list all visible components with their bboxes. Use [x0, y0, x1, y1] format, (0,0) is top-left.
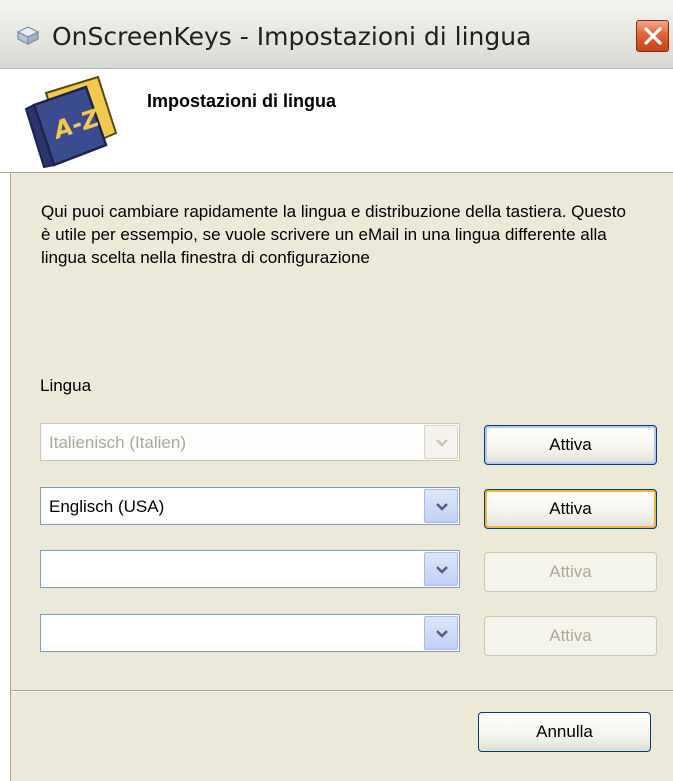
dropdown-button-4[interactable]	[424, 616, 458, 650]
dropdown-button-2[interactable]	[424, 489, 458, 523]
chevron-down-icon	[436, 630, 448, 638]
chevron-down-icon	[436, 439, 448, 447]
title-bar[interactable]: OnScreenKeys - Impostazioni di lingua	[0, 0, 673, 69]
book-a-z-icon: A-Z	[24, 75, 118, 169]
window-title: OnScreenKeys - Impostazioni di lingua	[52, 22, 532, 51]
dropdown-button-1	[424, 425, 458, 459]
language-select-2[interactable]: Englisch (USA)	[40, 487, 460, 525]
dropdown-button-3[interactable]	[424, 552, 458, 586]
divider	[11, 690, 673, 692]
language-select-2-value: Englisch (USA)	[49, 497, 165, 516]
dialog-content: Qui puoi cambiare rapidamente la lingua …	[10, 173, 673, 781]
language-label: Lingua	[40, 376, 92, 395]
language-select-4[interactable]	[40, 614, 460, 652]
page-title: Impostazioni di lingua	[147, 91, 336, 111]
activate-button-2[interactable]: Attiva	[484, 489, 657, 529]
activate-button-1[interactable]: Attiva	[484, 425, 657, 465]
language-select-3[interactable]	[40, 550, 460, 588]
chevron-down-icon	[436, 503, 448, 511]
language-select-1: Italienisch (Italien)	[40, 423, 460, 461]
chevron-down-icon	[436, 566, 448, 574]
header-panel: A-Z Impostazioni di lingua	[0, 69, 673, 173]
activate-button-3: Attiva	[484, 552, 657, 592]
language-select-1-value: Italienisch (Italien)	[49, 433, 187, 452]
close-button[interactable]	[636, 20, 669, 52]
description-text: Qui puoi cambiare rapidamente la lingua …	[41, 202, 626, 267]
cancel-button[interactable]: Annulla	[478, 712, 651, 752]
activate-button-4: Attiva	[484, 616, 657, 656]
close-icon	[644, 27, 662, 45]
keyboard-key-icon	[16, 26, 40, 45]
